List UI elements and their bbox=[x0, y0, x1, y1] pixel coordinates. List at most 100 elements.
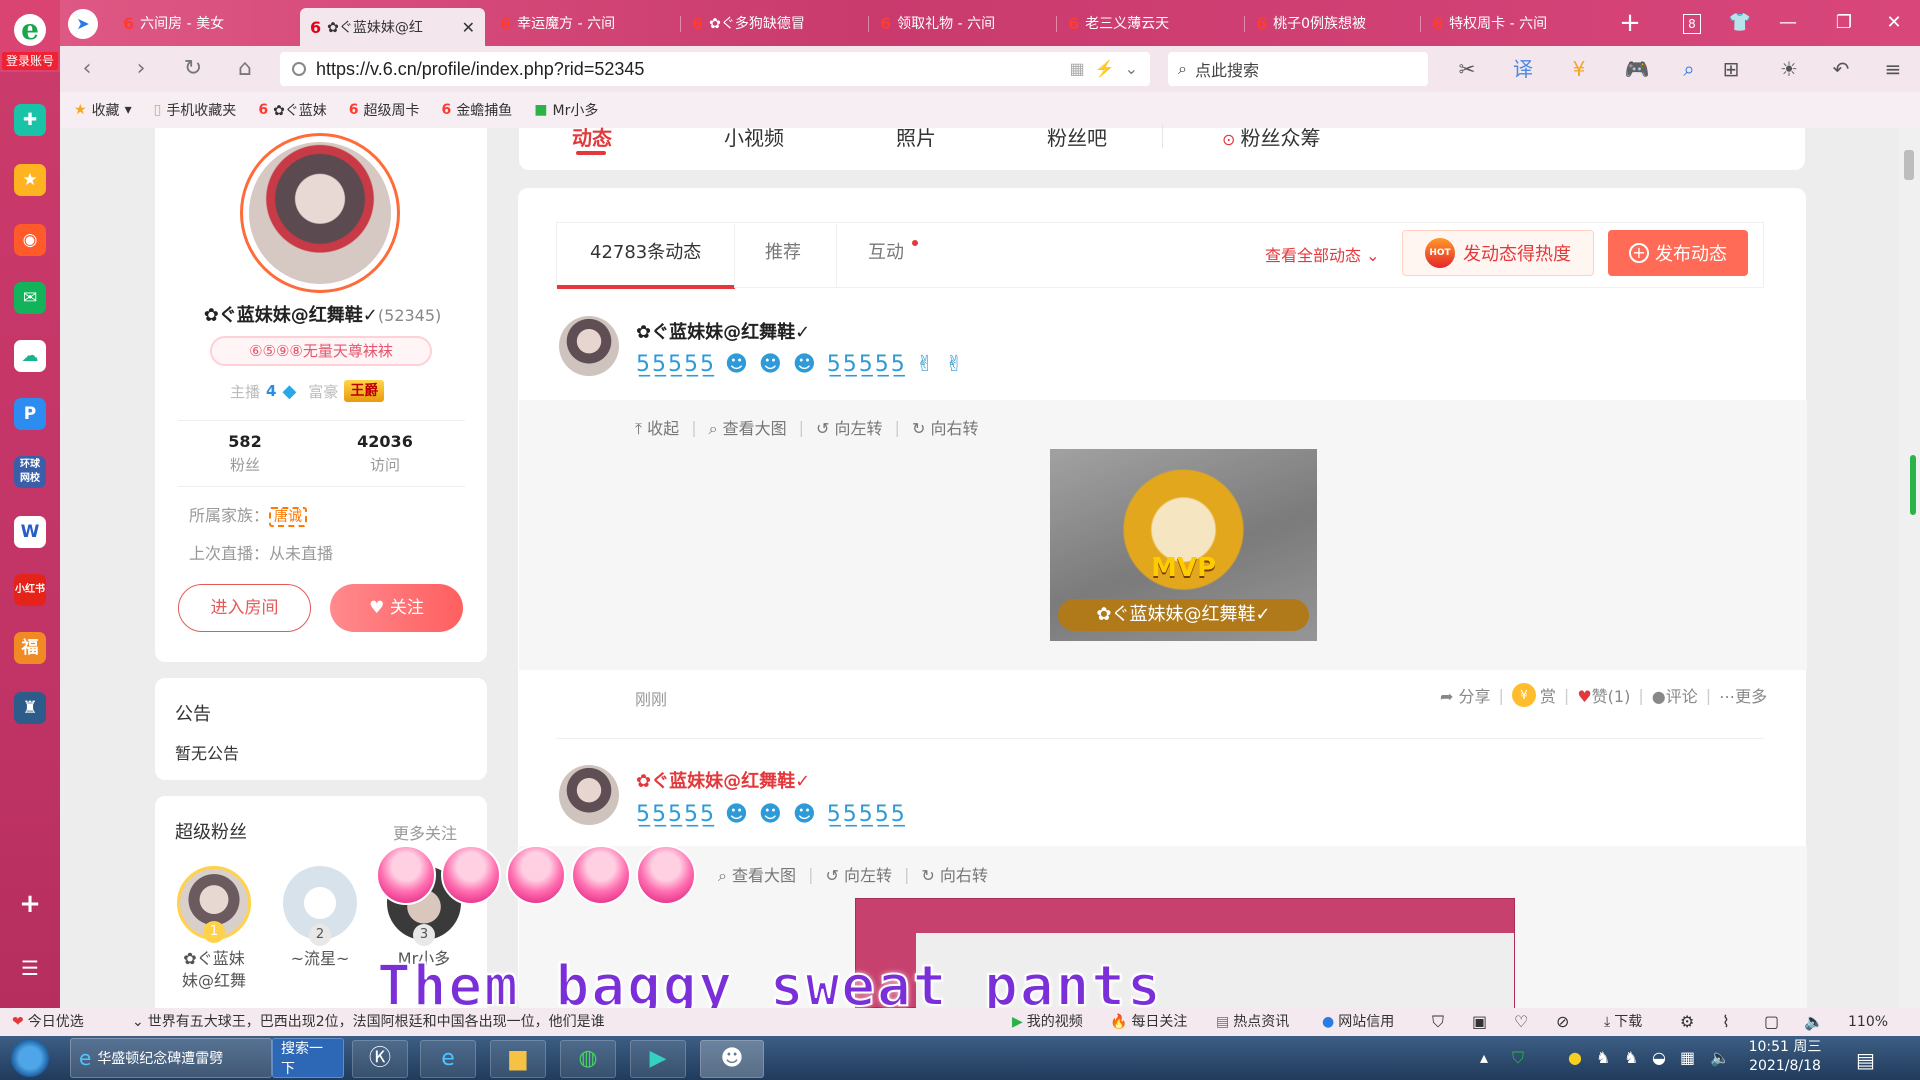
taskbar-k-icon[interactable]: Ⓚ bbox=[352, 1040, 408, 1078]
tray-qq2-icon[interactable]: ♞ bbox=[1624, 1048, 1638, 1067]
nav-tab-crowdfunding[interactable]: ⊙ 粉丝众筹 bbox=[1222, 122, 1321, 151]
speed-icon[interactable]: ⊘ bbox=[1556, 1008, 1569, 1036]
browser-logo-icon[interactable]: e bbox=[14, 14, 46, 46]
sidebar-list-icon[interactable]: ☰ bbox=[14, 952, 46, 984]
feed-tab-recommend[interactable]: 推荐 bbox=[765, 238, 801, 264]
more-action[interactable]: ⋯更多 bbox=[1719, 683, 1767, 707]
post-author-name[interactable]: ✿ぐ蓝妹妹@红舞鞋✓ bbox=[636, 318, 810, 344]
share-action[interactable]: ➦ 分享 bbox=[1440, 683, 1491, 707]
nav-tab-short-video[interactable]: 小视频 bbox=[724, 122, 784, 151]
taskbar-clock[interactable]: 10:51 周三 2021/8/18 bbox=[1740, 1038, 1830, 1076]
sidebar-p-icon[interactable]: P bbox=[14, 398, 46, 430]
volume-icon[interactable]: 🔈 bbox=[1804, 1008, 1824, 1036]
nav-tab-photos[interactable]: 照片 bbox=[896, 122, 936, 151]
taskbar-avatar-app-icon[interactable]: ☻ bbox=[700, 1040, 764, 1078]
minimize-button[interactable]: — bbox=[1768, 8, 1808, 38]
tab-3[interactable]: 6 幸运魔方 - 六间 bbox=[490, 6, 675, 40]
bookmark-mobile[interactable]: ▯ 手机收藏夹 bbox=[154, 100, 237, 120]
rotate-left-action[interactable]: ↺ 向左转 bbox=[816, 415, 883, 439]
back-button[interactable]: ‹ bbox=[72, 56, 102, 82]
tab-active[interactable]: 6 ✿ぐ蓝妹妹@红 ✕ bbox=[300, 8, 485, 46]
close-tab-icon[interactable]: ✕ bbox=[462, 18, 475, 37]
action-center-icon[interactable]: ▤ bbox=[1856, 1048, 1875, 1072]
sidebar-add-icon[interactable]: + bbox=[14, 888, 46, 920]
scroll-indicator[interactable] bbox=[1910, 455, 1916, 515]
download-item[interactable]: ⤓ 下载 bbox=[1604, 1008, 1642, 1036]
sidebar-doc-icon[interactable]: W bbox=[14, 516, 46, 548]
feed-tab-interaction[interactable]: 互动 bbox=[868, 238, 904, 264]
enter-room-button[interactable]: 进入房间 bbox=[178, 584, 311, 632]
post-author-avatar[interactable] bbox=[559, 316, 619, 376]
taskbar-player-icon[interactable]: ▶ bbox=[630, 1040, 686, 1078]
super-fan-2[interactable]: 2 ~流星~ bbox=[280, 866, 360, 970]
sidebar-plus-app-icon[interactable]: ✚ bbox=[14, 104, 46, 136]
game-icon[interactable]: 🎮 bbox=[1622, 56, 1652, 82]
wifi-icon[interactable]: ⌇ bbox=[1722, 1008, 1730, 1036]
tray-shield-icon[interactable]: ⛉ bbox=[1512, 1048, 1524, 1068]
close-window-button[interactable]: ✕ bbox=[1874, 8, 1914, 38]
nav-tab-fan-bar[interactable]: 粉丝吧 bbox=[1047, 122, 1107, 151]
sidebar-cloud-icon[interactable]: ☁ bbox=[14, 340, 46, 372]
rotate-right-action[interactable]: ↻ 向右转 bbox=[912, 415, 979, 439]
coin-icon[interactable]: ¥ bbox=[1564, 56, 1594, 82]
chevron-down-icon[interactable]: ⌄ bbox=[1125, 59, 1150, 79]
forward-button[interactable]: › bbox=[126, 56, 156, 82]
apps-grid-icon[interactable]: ⊞ bbox=[1716, 56, 1746, 82]
bookmark-item[interactable]: 6 超级周卡 bbox=[349, 100, 420, 120]
sidebar-weibo-icon[interactable]: ◉ bbox=[14, 224, 46, 256]
super-fan-1[interactable]: 1 ✿ぐ蓝妹 妹@红舞 bbox=[174, 866, 254, 992]
post-image-mvp[interactable]: MVP ✿ぐ蓝妹妹@红舞鞋✓ bbox=[1050, 449, 1317, 641]
zoom-level[interactable]: 110% bbox=[1848, 1008, 1888, 1036]
sidebar-game2-icon[interactable]: ♜ bbox=[14, 692, 46, 724]
url-text[interactable]: https://v.6.cn/profile/index.php?rid=523… bbox=[316, 59, 644, 80]
browser-logo-block[interactable]: e 登录账号 bbox=[0, 0, 60, 72]
settings-icon[interactable]: ⚙ bbox=[1680, 1008, 1694, 1036]
sidebar-fortune-icon[interactable]: 福 bbox=[14, 632, 46, 664]
login-account-label[interactable]: 登录账号 bbox=[2, 52, 58, 70]
rotate-right-action[interactable]: ↻ 向右转 bbox=[921, 862, 988, 886]
address-bar[interactable]: https://v.6.cn/profile/index.php?rid=523… bbox=[280, 52, 1150, 86]
family-tag[interactable]: 唐诚 bbox=[269, 507, 308, 527]
tab-8[interactable]: 6 特权周卡 - 六间 bbox=[1422, 6, 1592, 40]
magnifier-icon[interactable]: ⌕ bbox=[1674, 56, 1704, 82]
qr-icon[interactable]: ▦ bbox=[1070, 59, 1085, 79]
news-ticker[interactable]: ⌄ 世界有五大球王，巴西出现2位，法国阿根廷和中国各出现一位，他们是谁 bbox=[132, 1008, 642, 1036]
daily-follow[interactable]: 🔥 每日关注 bbox=[1110, 1008, 1187, 1036]
my-videos[interactable]: ▶ 我的视频 bbox=[1012, 1008, 1083, 1036]
publish-post-button[interactable]: + 发布动态 bbox=[1608, 230, 1748, 276]
page-scrollbar[interactable] bbox=[1898, 128, 1920, 1008]
tab-4[interactable]: 6 ✿ぐ多狗缺德冒 bbox=[682, 6, 867, 40]
home-button[interactable]: ⌂ bbox=[230, 56, 260, 82]
taskbar-ie-window[interactable]: e 华盛顿纪念碑遭雷劈 bbox=[70, 1038, 272, 1078]
menu-icon[interactable]: ≡ bbox=[1878, 56, 1908, 82]
post-author-avatar[interactable] bbox=[559, 765, 619, 825]
tray-app2-icon[interactable]: ◒ bbox=[1652, 1048, 1666, 1067]
undo-icon[interactable]: ↶ bbox=[1826, 56, 1856, 82]
heart-outline-icon[interactable]: ♡ bbox=[1514, 1008, 1528, 1036]
search-box[interactable]: ⌕ 点此搜索 bbox=[1168, 52, 1428, 86]
reward-action[interactable]: ¥ 赏 bbox=[1511, 683, 1556, 707]
refresh-button[interactable]: ↻ bbox=[178, 56, 208, 82]
hot-post-button[interactable]: HOT 发动态得热度 bbox=[1402, 230, 1594, 276]
bookmark-item[interactable]: ■ Mr小多 bbox=[534, 100, 598, 120]
sidebar-star-icon[interactable]: ★ bbox=[14, 164, 46, 196]
tab-7[interactable]: 6 桃子0例族想被 bbox=[1246, 6, 1431, 40]
tab-5[interactable]: 6 领取礼物 - 六间 bbox=[870, 6, 1055, 40]
tray-qq-icon[interactable]: ♞ bbox=[1596, 1048, 1610, 1067]
skin-icon[interactable]: 👕 bbox=[1720, 8, 1760, 38]
comment-action[interactable]: ●评论 bbox=[1652, 683, 1698, 707]
image-icon[interactable]: ▣ bbox=[1472, 1008, 1487, 1036]
translate-icon[interactable]: 译 bbox=[1508, 56, 1538, 82]
new-tab-button[interactable]: + bbox=[1610, 8, 1650, 38]
rotate-left-action[interactable]: ↺ 向左转 bbox=[825, 862, 892, 886]
collapse-action[interactable]: ⤒ 收起 bbox=[635, 415, 679, 439]
restore-button[interactable]: ❐ bbox=[1824, 8, 1864, 38]
fans-count[interactable]: 582 bbox=[195, 432, 295, 451]
taskbar-folder-icon[interactable]: ▆ bbox=[490, 1040, 546, 1078]
view-large-action[interactable]: ⌕ 查看大图 bbox=[709, 415, 787, 439]
taskbar-browser-icon[interactable]: ◍ bbox=[560, 1040, 616, 1078]
tray-app-icon[interactable]: ● bbox=[1568, 1048, 1582, 1067]
bookmark-item[interactable]: 6 金蟾捕鱼 bbox=[442, 100, 513, 120]
tray-volume-icon[interactable]: 🔈 bbox=[1710, 1048, 1730, 1067]
like-action[interactable]: ♥赞(1) bbox=[1577, 683, 1630, 707]
